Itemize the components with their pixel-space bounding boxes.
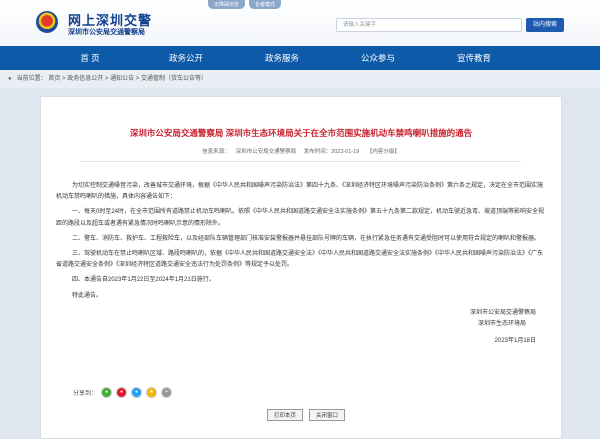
article-panel: 深圳市公安局交通警察局 深圳市生态环境局关于在全市范围实施机动车禁鸣喇叭措施的通… [40, 96, 562, 439]
share-label: 分享到： [73, 391, 98, 397]
accessibility-link[interactable]: 无障碍浏览 [208, 0, 246, 9]
signature-org2: 深圳市生态环境局 [477, 321, 526, 328]
header: 网上深圳交警 深圳市公安局交通警察局 无障碍浏览 长者模式 请输入关键字 站内搜… [0, 0, 600, 46]
search-input[interactable]: 请输入关键字 [336, 18, 522, 32]
breadcrumb-prefix: 当前位置： [16, 76, 47, 82]
nav-item-education[interactable]: 宣传教育 [426, 46, 522, 70]
qq-icon[interactable]: ● [131, 387, 143, 398]
location-pin-icon: ● [8, 76, 12, 82]
nav-item-public[interactable]: 公众参与 [330, 46, 426, 70]
wechat-icon[interactable]: ● [101, 387, 113, 398]
article-paragraph: 二、警车、消防车、救护车、工程救险车，以及经部队车辆管理部门核准安装警报器并悬挂… [72, 235, 541, 242]
meta-size[interactable]: 【内容分级】 [367, 149, 400, 155]
article-paragraph: 为切实控制交通噪音污染，改善城市交通环境，根据《中华人民共和国噪声污染防治法》第… [56, 183, 544, 201]
police-badge-icon [36, 11, 58, 33]
breadcrumb-home[interactable]: 首页 [48, 76, 60, 82]
article-actions: 打印本页 关闭窗口 [267, 409, 346, 421]
article-meta: 信息来源： 深圳市公安局交通警察局 发布时间：2023-01-19 【内容分级】 [81, 147, 521, 162]
main-nav: 首 页 政务公开 政务服务 公众参与 宣传教育 [0, 46, 600, 70]
breadcrumb-gov-info[interactable]: 政务信息公开 [67, 76, 103, 82]
signature-date: 2023年1月18日 [494, 338, 536, 345]
meta-time: 发布时间：2023-01-19 [303, 149, 360, 155]
nav-item-gov-service[interactable]: 政务服务 [234, 46, 330, 70]
weibo-icon[interactable]: ● [116, 387, 128, 398]
top-links: 无障碍浏览 长者模式 [208, 0, 282, 9]
meta-source-label: 信息来源： [202, 149, 230, 155]
article-paragraph: 四、本通告自2023年1月22日至2024年1月21日施行。 [72, 277, 215, 284]
article-paragraph: 特此通告。 [72, 292, 103, 299]
nav-item-gov-open[interactable]: 政务公开 [138, 46, 234, 70]
qzone-icon[interactable]: ★ [146, 387, 158, 398]
share-bar: 分享到： ● ● ● ★ + [73, 387, 173, 398]
print-button[interactable]: 打印本页 [267, 409, 304, 421]
article-paragraph: 三、驾驶机动车在禁止鸣喇叭区域、路段鸣喇叭的，依据《中华人民共和国道路交通安全法… [56, 251, 544, 269]
meta-source-value: 深圳市公安局交通警察局 [235, 149, 297, 155]
close-button[interactable]: 关闭窗口 [309, 409, 346, 421]
site-subtitle: 深圳市公安局交通警察局 [68, 29, 145, 36]
signature-org1: 深圳市公安局交通警察局 [469, 309, 536, 316]
elder-mode-link[interactable]: 长者模式 [249, 0, 282, 9]
search-button[interactable]: 站内搜索 [526, 18, 564, 32]
more-icon[interactable]: + [161, 387, 173, 398]
article-body: 为切实控制交通噪音污染，改善城市交通环境，根据《中华人民共和国噪声污染防治法》第… [56, 181, 546, 347]
breadcrumb: ● 当前位置： 首页 > 政务信息公开 > 通知公告 > 交通管制（货车公告等） [0, 70, 600, 88]
breadcrumb-notices[interactable]: 通知公告 [110, 76, 134, 82]
nav-item-home[interactable]: 首 页 [42, 46, 138, 70]
article-title: 深圳市公安局交通警察局 深圳市生态环境局关于在全市范围实施机动车禁鸣喇叭措施的通… [129, 128, 473, 138]
article-paragraph: 一、每天0时至24时，在全市范围所有道路禁止机动车鸣喇叭。依照《中华人民共和国道… [56, 209, 545, 227]
breadcrumb-traffic-control[interactable]: 交通管制（货车公告等） [141, 76, 207, 82]
